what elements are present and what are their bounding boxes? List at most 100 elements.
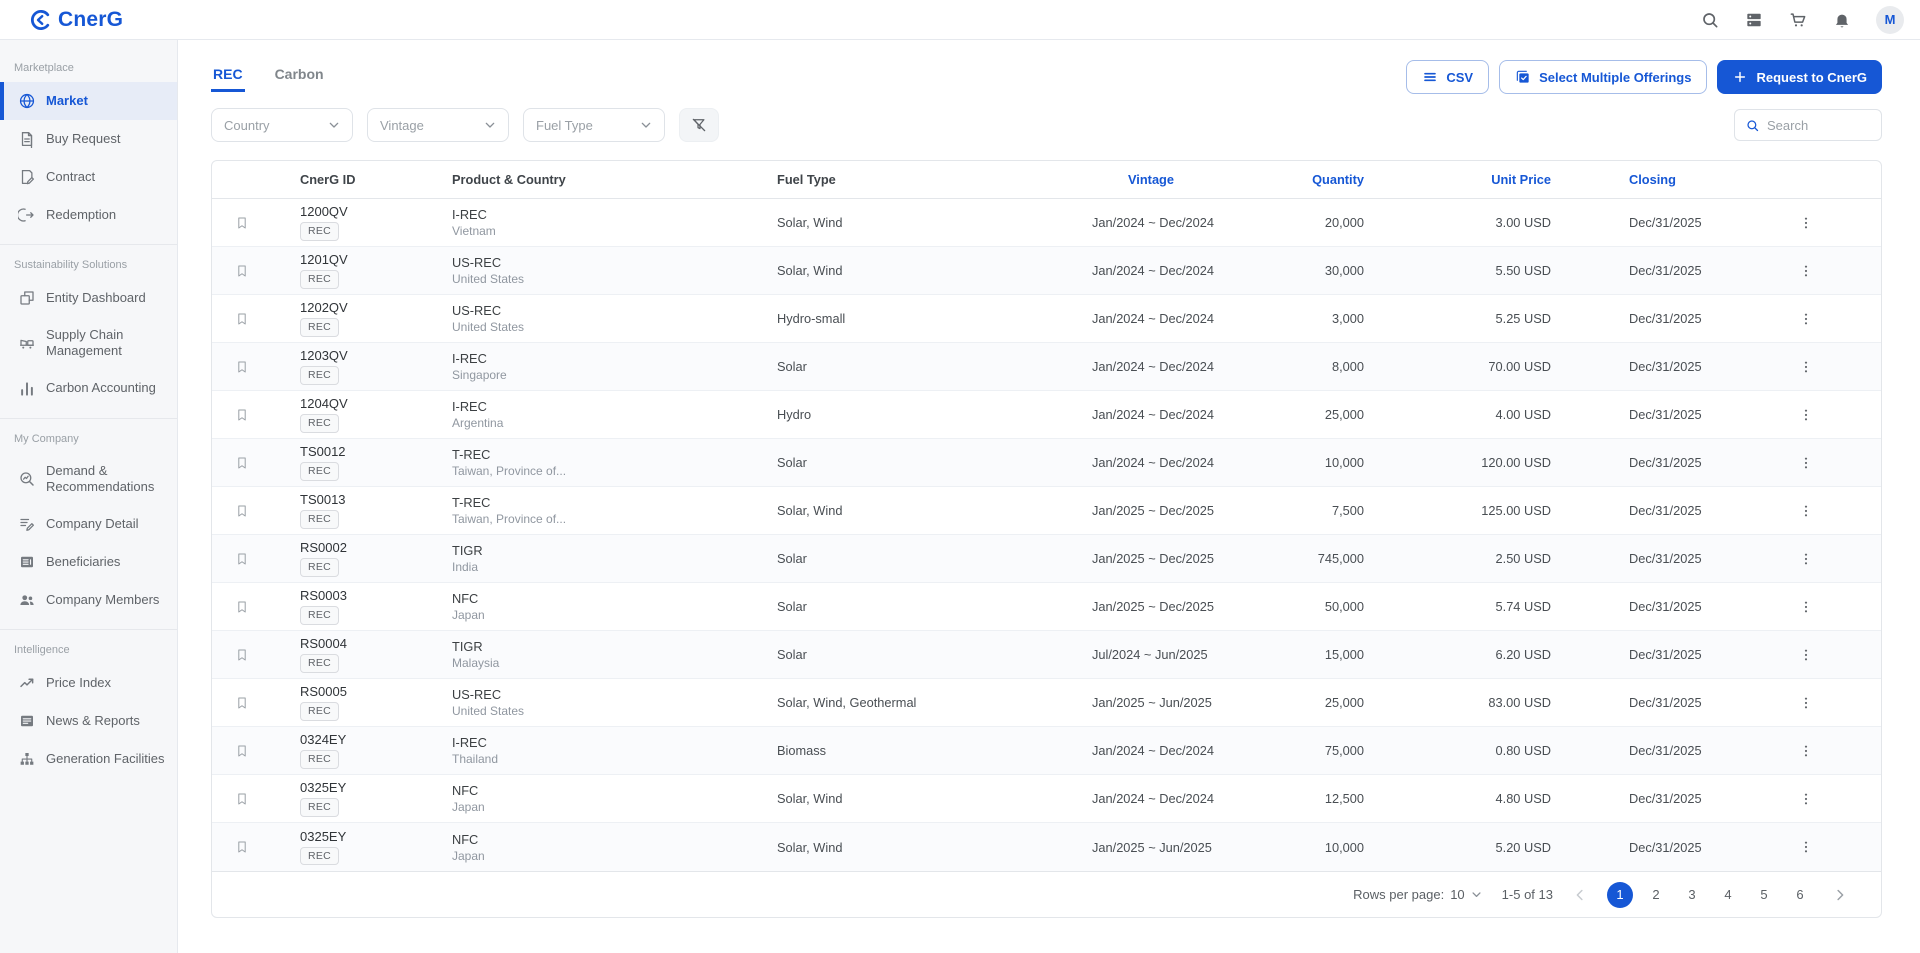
bookmark-icon[interactable] — [234, 215, 250, 231]
product-country: United States — [452, 704, 524, 718]
next-page-button[interactable] — [1831, 886, 1849, 904]
sidebar-item-buy-request[interactable]: Buy Request — [0, 120, 177, 158]
search-icon[interactable] — [1700, 10, 1720, 30]
page-button-3[interactable]: 3 — [1679, 882, 1705, 908]
bookmark-icon[interactable] — [234, 647, 250, 663]
sidebar-item-carbon-accounting[interactable]: Carbon Accounting — [0, 370, 177, 408]
tab-rec[interactable]: REC — [211, 62, 245, 92]
rows-per-page-select[interactable]: 10 — [1450, 887, 1483, 902]
sidebar-item-company-members[interactable]: Company Members — [0, 581, 177, 619]
bookmark-icon[interactable] — [234, 359, 250, 375]
kebab-menu-icon[interactable] — [1798, 503, 1814, 519]
tab-carbon[interactable]: Carbon — [273, 62, 326, 92]
bookmark-icon[interactable] — [234, 407, 250, 423]
product-name: NFC — [452, 832, 478, 847]
vintage-dropdown[interactable]: Vintage — [367, 108, 509, 142]
page-button-5[interactable]: 5 — [1751, 882, 1777, 908]
kebab-menu-icon[interactable] — [1798, 263, 1814, 279]
kebab-menu-icon[interactable] — [1798, 407, 1814, 423]
dashboard-icon — [18, 289, 36, 307]
country-dropdown[interactable]: Country — [211, 108, 353, 142]
sidebar-item-generation-facilities[interactable]: Generation Facilities — [0, 740, 177, 778]
column-header-vintage[interactable]: Vintage — [1092, 161, 1262, 198]
kebab-menu-icon[interactable] — [1798, 647, 1814, 663]
table-row[interactable]: 1202QV REC US-REC United States Hydro-sm… — [212, 295, 1881, 343]
column-header-quantity[interactable]: Quantity — [1262, 161, 1364, 198]
sidebar-item-beneficiaries[interactable]: Beneficiaries — [0, 543, 177, 581]
news-icon — [18, 712, 36, 730]
bookmark-icon[interactable] — [234, 743, 250, 759]
clear-filters-button[interactable] — [679, 108, 719, 142]
kebab-menu-icon[interactable] — [1798, 551, 1814, 567]
kebab-menu-icon[interactable] — [1798, 743, 1814, 759]
table-row[interactable]: 0324EY REC I-REC Thailand Biomass Jan/20… — [212, 727, 1881, 775]
bell-icon[interactable] — [1832, 10, 1852, 30]
sidebar-item-market[interactable]: Market — [0, 82, 177, 120]
column-header-unit-price[interactable]: Unit Price — [1364, 161, 1551, 198]
kebab-menu-icon[interactable] — [1798, 455, 1814, 471]
product-country: Japan — [452, 800, 485, 814]
kebab-menu-icon[interactable] — [1798, 311, 1814, 327]
search-box[interactable] — [1734, 109, 1882, 141]
pagination: Rows per page: 10 1-5 of 13 123456 — [212, 871, 1881, 917]
kebab-menu-icon[interactable] — [1798, 839, 1814, 855]
bookmark-icon[interactable] — [234, 455, 250, 471]
kebab-menu-icon[interactable] — [1798, 215, 1814, 231]
bookmark-icon[interactable] — [234, 311, 250, 327]
bookmark-icon[interactable] — [234, 839, 250, 855]
column-header-closing[interactable]: Closing — [1551, 161, 1786, 198]
sidebar-item-price-index[interactable]: Price Index — [0, 664, 177, 702]
sidebar-item-news-reports[interactable]: News & Reports — [0, 702, 177, 740]
table-row[interactable]: 1203QV REC I-REC Singapore Solar Jan/202… — [212, 343, 1881, 391]
unit-price: 83.00 USD — [1364, 679, 1551, 726]
redemption-icon — [18, 206, 36, 224]
page-button-6[interactable]: 6 — [1787, 882, 1813, 908]
table-row[interactable]: 1201QV REC US-REC United States Solar, W… — [212, 247, 1881, 295]
kebab-menu-icon[interactable] — [1798, 791, 1814, 807]
fuel-type: Solar, Wind — [777, 199, 1092, 246]
sidebar-item-label: Carbon Accounting — [46, 380, 156, 396]
table-row[interactable]: 1204QV REC I-REC Argentina Hydro Jan/202… — [212, 391, 1881, 439]
cart-icon[interactable] — [1788, 10, 1808, 30]
table-row[interactable]: TS0012 REC T-REC Taiwan, Province of... … — [212, 439, 1881, 487]
prev-page-button[interactable] — [1571, 886, 1589, 904]
bookmark-icon[interactable] — [234, 551, 250, 567]
kebab-menu-icon[interactable] — [1798, 599, 1814, 615]
bookmark-icon[interactable] — [234, 791, 250, 807]
bookmark-icon[interactable] — [234, 503, 250, 519]
cnerg-id: RS0003 — [300, 588, 347, 603]
table-row[interactable]: RS0005 REC US-REC United States Solar, W… — [212, 679, 1881, 727]
table-row[interactable]: RS0002 REC TIGR India Solar Jan/2025 ~ D… — [212, 535, 1881, 583]
sidebar-item-contract[interactable]: Contract — [0, 158, 177, 196]
product-name: NFC — [452, 591, 478, 606]
table-row[interactable]: 0325EY REC NFC Japan Solar, Wind Jan/202… — [212, 775, 1881, 823]
kebab-menu-icon[interactable] — [1798, 695, 1814, 711]
sidebar-item-supply-chain-management[interactable]: Supply Chain Management — [0, 317, 177, 370]
kebab-menu-icon[interactable] — [1798, 359, 1814, 375]
table-row[interactable]: 0325EY REC NFC Japan Solar, Wind Jan/202… — [212, 823, 1881, 871]
closing-date: Dec/31/2025 — [1551, 295, 1786, 342]
bookmark-icon[interactable] — [234, 695, 250, 711]
page-button-2[interactable]: 2 — [1643, 882, 1669, 908]
request-to-cnerg-button[interactable]: Request to CnerG — [1717, 60, 1882, 94]
csv-button[interactable]: CSV — [1406, 60, 1489, 94]
bookmark-icon[interactable] — [234, 263, 250, 279]
page-button-1[interactable]: 1 — [1607, 882, 1633, 908]
avatar[interactable]: M — [1876, 6, 1904, 34]
sidebar-item-demand-recommendations[interactable]: Demand & Recommendations — [0, 453, 177, 506]
sidebar-item-redemption[interactable]: Redemption — [0, 196, 177, 234]
bookmark-icon[interactable] — [234, 599, 250, 615]
table-row[interactable]: TS0013 REC T-REC Taiwan, Province of... … — [212, 487, 1881, 535]
fuel-type-dropdown[interactable]: Fuel Type — [523, 108, 665, 142]
sidebar-item-entity-dashboard[interactable]: Entity Dashboard — [0, 279, 177, 317]
dns-icon[interactable] — [1744, 10, 1764, 30]
table-row[interactable]: RS0003 REC NFC Japan Solar Jan/2025 ~ De… — [212, 583, 1881, 631]
select-multiple-offerings-button[interactable]: Select Multiple Offerings — [1499, 60, 1707, 94]
table-row[interactable]: RS0004 REC TIGR Malaysia Solar Jul/2024 … — [212, 631, 1881, 679]
table-row[interactable]: 1200QV REC I-REC Vietnam Solar, Wind Jan… — [212, 199, 1881, 247]
page-button-4[interactable]: 4 — [1715, 882, 1741, 908]
trend-icon — [18, 674, 36, 692]
sidebar-item-company-detail[interactable]: Company Detail — [0, 505, 177, 543]
search-input[interactable] — [1767, 118, 1871, 133]
quantity: 745,000 — [1262, 535, 1364, 582]
